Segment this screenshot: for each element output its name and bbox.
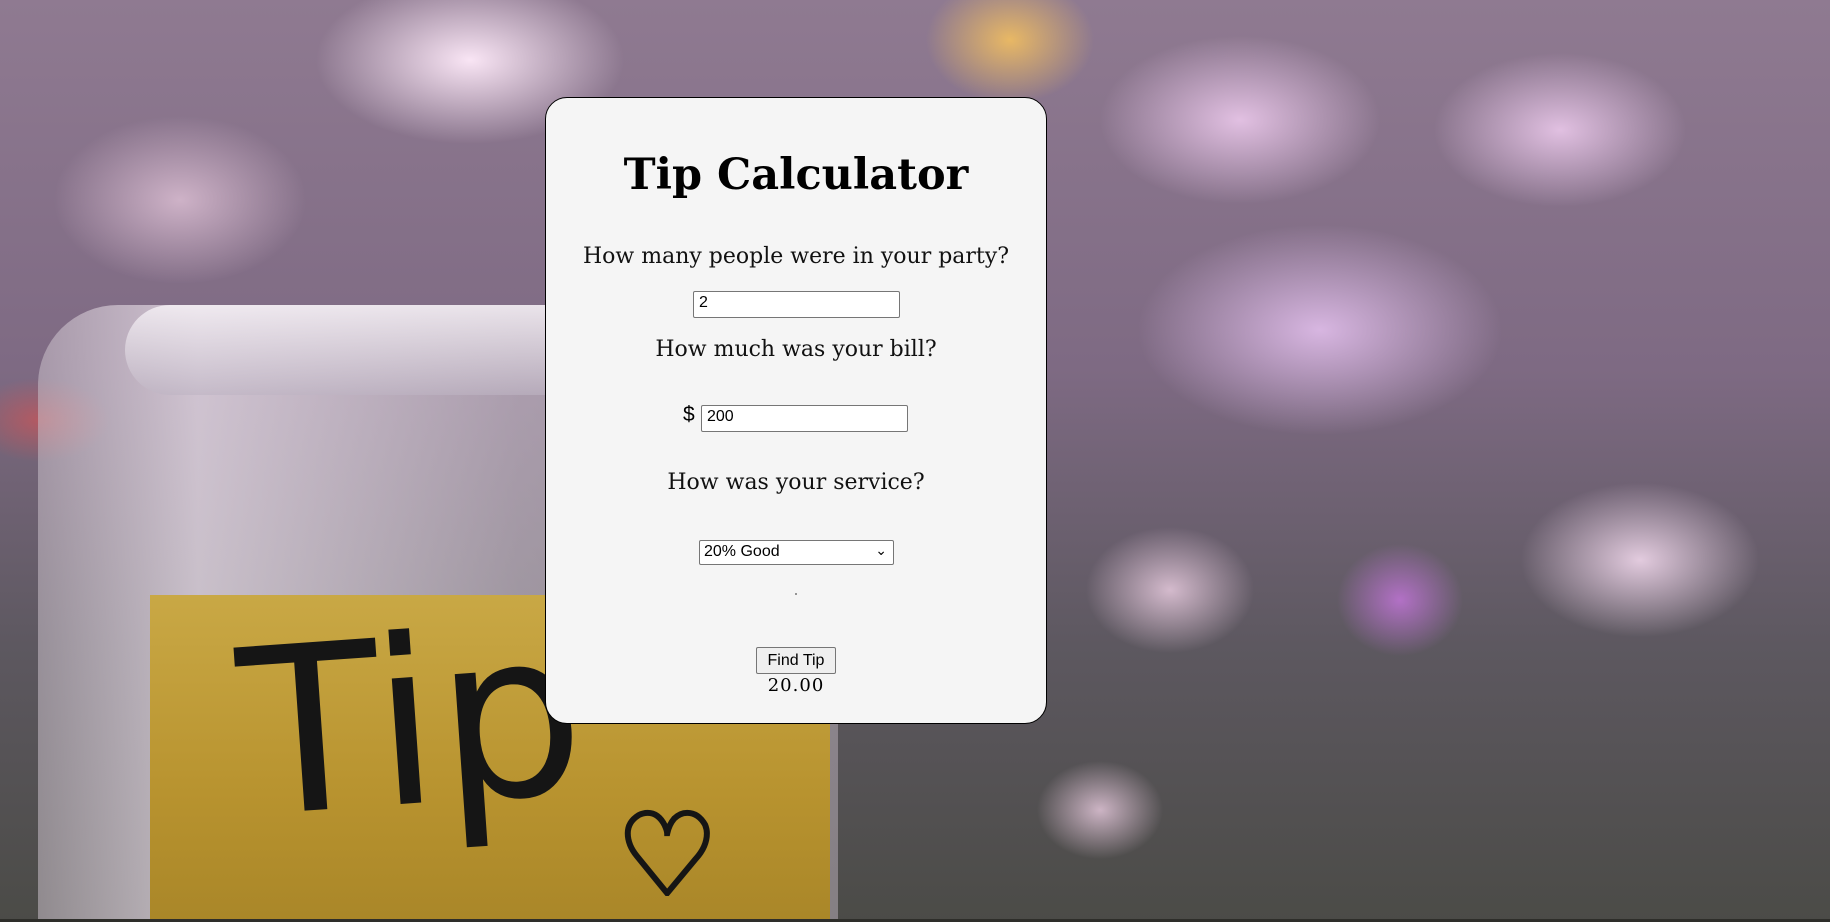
tip-jar-handwriting: Tip (231, 579, 593, 870)
find-tip-button[interactable]: Find Tip (756, 647, 836, 674)
dollar-sign-label: $ (683, 403, 695, 426)
party-size-input[interactable]: 2 (693, 291, 900, 318)
spacer-dot (795, 593, 797, 595)
party-size-question: How many people were in your party? (582, 244, 1009, 269)
tip-calculator-card: Tip Calculator How many people were in y… (545, 97, 1047, 724)
heart-doodle-icon: ♥ (615, 791, 720, 919)
page-title: Tip Calculator (623, 150, 969, 200)
chevron-down-icon: ⌄ (875, 542, 887, 558)
bill-amount-question: How much was your bill? (655, 337, 937, 362)
service-quality-question: How was your service? (667, 470, 925, 495)
service-quality-select[interactable]: 20% Good ⌄ (699, 540, 894, 565)
bill-amount-input[interactable]: 200 (701, 405, 908, 432)
tip-result-value: 20.00 (767, 675, 825, 696)
service-selected-value: 20% Good (704, 543, 780, 560)
